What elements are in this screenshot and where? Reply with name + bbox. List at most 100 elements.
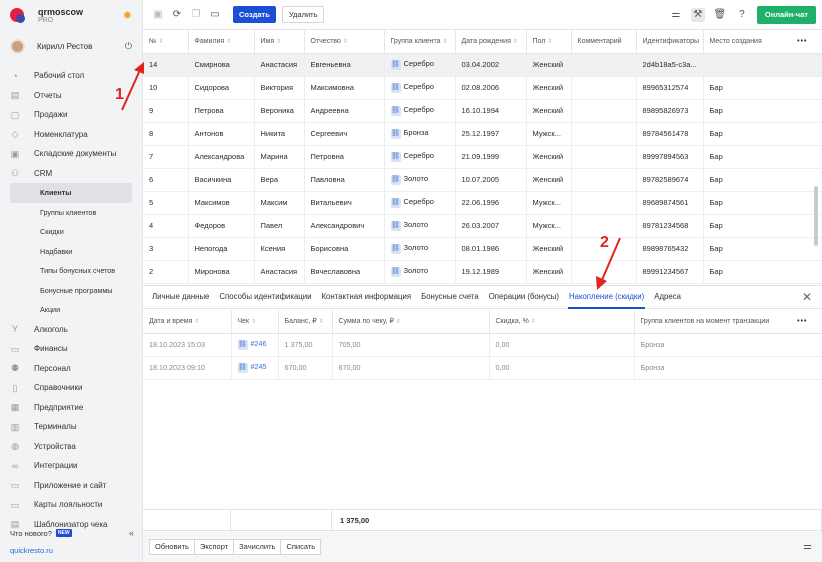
- link-icon[interactable]: ⛓: [390, 59, 401, 70]
- table-row[interactable]: 7 Александрова Марина Петровна ⛓ Серебро 21.09…: [143, 145, 822, 169]
- table-row[interactable]: 18.10.2023 09:10 ⛓ #245 670,00 670,00 0,00 Бро…: [143, 356, 822, 380]
- sort-icon[interactable]: ⇳: [159, 39, 164, 45]
- power-icon[interactable]: ⏻: [125, 41, 132, 52]
- column-header[interactable]: Идентификаторы⇳: [636, 30, 704, 54]
- table-row[interactable]: 2 Миронова Анастасия Вячеславовна ⛓ Золото 19.…: [143, 260, 822, 284]
- column-header[interactable]: Скидка, % ⇳: [489, 310, 635, 334]
- sidebar-item-alcohol[interactable]: Y Алкоголь: [0, 320, 142, 340]
- link-icon[interactable]: ⛓: [390, 174, 401, 185]
- sidebar-item-sales[interactable]: ▢ Продажи: [0, 105, 142, 125]
- link-icon[interactable]: ⛓: [390, 266, 401, 277]
- sidebar-subitem-bonus-programs[interactable]: Бонусные программы: [0, 281, 142, 301]
- refresh-icon[interactable]: ⟳: [170, 8, 184, 22]
- link-icon[interactable]: ⛓: [390, 243, 401, 254]
- sidebar-item-references[interactable]: ▯ Справочники: [0, 378, 142, 398]
- link-icon[interactable]: ⛓: [390, 128, 401, 139]
- table-row[interactable]: 14 Смирнова Анастасия Евгеньевна ⛓ Серебро 03.…: [143, 53, 822, 77]
- site-link[interactable]: quickresto.ru: [10, 546, 53, 555]
- column-header[interactable]: Место создания •••: [703, 30, 822, 54]
- scrollbar[interactable]: [814, 337, 818, 507]
- sort-icon[interactable]: ⇳: [396, 319, 401, 325]
- writeoff-button[interactable]: Списать: [280, 539, 322, 555]
- sidebar-item-warehouse[interactable]: ▣ Складские документы: [0, 144, 142, 164]
- sort-icon[interactable]: ⇳: [547, 39, 552, 45]
- table-row[interactable]: 10 Сидорова Виктория Максимовна ⛓ Серебро 02.0…: [143, 76, 822, 100]
- table-row[interactable]: 8 Антонов Никита Сергеевич ⛓ Бронза 25.12.1997…: [143, 122, 822, 146]
- tab-identification[interactable]: Способы идентификации: [218, 285, 312, 309]
- scrollbar[interactable]: [814, 56, 818, 280]
- sidebar-subitem-discounts[interactable]: Скидки: [0, 222, 142, 242]
- link-icon[interactable]: ⛓: [237, 339, 248, 350]
- tools-icon[interactable]: ⚒: [690, 8, 705, 22]
- table-row[interactable]: 5 Максимов Максим Витальевич ⛓ Серебро 22.06.1…: [143, 191, 822, 215]
- table-row[interactable]: 9 Петрова Вероника Андреевна ⛓ Серебро 16.10.1…: [143, 99, 822, 123]
- table-row[interactable]: 18.10.2023 15:03 ⛓ #246 1 375,00 705,00 0,00 Б…: [143, 333, 822, 357]
- sort-icon[interactable]: ⇳: [319, 319, 324, 325]
- collapse-sidebar-icon[interactable]: «: [129, 528, 134, 538]
- sidebar-item-staff[interactable]: ⚉ Персонал: [0, 359, 142, 379]
- tab-personal[interactable]: Личные данные: [151, 285, 210, 309]
- link-icon[interactable]: ⛓: [390, 220, 401, 231]
- column-header[interactable]: Комментарий: [571, 30, 637, 54]
- table-row[interactable]: 3 Непогода Ксения Борисовна ⛓ Золото 08.01.198…: [143, 237, 822, 261]
- brand[interactable]: qrmoscow PRO ✹: [0, 0, 142, 30]
- link-icon[interactable]: ⛓: [390, 151, 401, 162]
- delete-button[interactable]: Удалить: [281, 6, 325, 23]
- tab-bonus-operations[interactable]: Операции (бонусы): [488, 285, 560, 309]
- sidebar-item-loyalty-cards[interactable]: ▭ Карты лояльности: [0, 495, 142, 515]
- column-header[interactable]: Группа клиентов на момент транзакции •••: [634, 310, 822, 334]
- sidebar-subitem-promotions[interactable]: Акции: [0, 300, 142, 320]
- receipt-number[interactable]: #245: [251, 362, 267, 371]
- help-icon[interactable]: ?: [735, 8, 749, 22]
- column-header[interactable]: Дата рождения ⇳: [455, 30, 527, 54]
- theme-sun-icon[interactable]: ✹: [123, 9, 132, 22]
- tab-accumulation[interactable]: Накопление (скидки): [568, 285, 646, 309]
- sidebar-subitem-client-groups[interactable]: Группы клиентов: [0, 203, 142, 223]
- more-menu-icon[interactable]: •••: [797, 38, 807, 45]
- column-header[interactable]: Имя ⇳: [254, 30, 305, 54]
- sidebar-item-crm[interactable]: ⚇ CRM: [0, 164, 142, 184]
- sort-icon[interactable]: ⇳: [276, 39, 281, 45]
- sidebar-item-integrations[interactable]: ∞ Интеграции: [0, 456, 142, 476]
- more-menu-icon[interactable]: •••: [797, 318, 807, 325]
- sidebar-subitem-surcharges[interactable]: Надбавки: [0, 242, 142, 262]
- preview-icon[interactable]: ▭: [208, 8, 222, 22]
- column-header[interactable]: Дата и время ⇳: [143, 310, 232, 334]
- column-settings-icon[interactable]: ⚌: [669, 8, 683, 22]
- link-icon[interactable]: ⛓: [237, 362, 248, 373]
- column-header[interactable]: Пол ⇳: [526, 30, 572, 54]
- update-button[interactable]: Обновить: [149, 539, 195, 555]
- link-icon[interactable]: ⛓: [390, 82, 401, 93]
- save-icon[interactable]: ▣: [151, 8, 165, 22]
- sidebar-subitem-clients[interactable]: Клиенты: [10, 183, 132, 203]
- close-icon[interactable]: ✕: [802, 290, 812, 304]
- receipt-number[interactable]: #246: [251, 339, 267, 348]
- sort-icon[interactable]: ⇳: [226, 39, 231, 45]
- online-chat-button[interactable]: Онлайн-чат: [756, 6, 816, 24]
- scrollbar-thumb[interactable]: [814, 186, 818, 246]
- column-header[interactable]: Группа клиента ⇳: [384, 30, 456, 54]
- sidebar-item-nomenclature[interactable]: ◇ Номенклатура: [0, 125, 142, 145]
- table-row[interactable]: 6 Васичкина Вера Павловна ⛓ Золото 10.07.2005 Ж…: [143, 168, 822, 192]
- sidebar-item-devices[interactable]: ◍ Устройства: [0, 437, 142, 457]
- sidebar-item-terminals[interactable]: ▥ Терминалы: [0, 417, 142, 437]
- filter-settings-icon[interactable]: ⚌: [803, 541, 812, 552]
- tab-bonus-accounts[interactable]: Бонусные счета: [420, 285, 480, 309]
- user-profile[interactable]: Кирилл Рестов ⏻: [0, 32, 142, 60]
- sidebar-subitem-bonus-account-types[interactable]: Типы бонусных счетов: [0, 261, 142, 281]
- link-icon[interactable]: ⛓: [390, 105, 401, 116]
- sidebar-item-enterprise[interactable]: ▦ Предприятие: [0, 398, 142, 418]
- sidebar-item-app-site[interactable]: ▭ Приложение и сайт: [0, 476, 142, 496]
- column-header[interactable]: Фамилия ⇳: [188, 30, 255, 54]
- sort-icon[interactable]: ⇳: [443, 39, 448, 45]
- table-row[interactable]: 4 Федоров Павел Александрович ⛓ Золото 26.03.2…: [143, 214, 822, 238]
- copy-icon[interactable]: ❐: [189, 8, 203, 22]
- sort-icon[interactable]: ⇳: [513, 39, 518, 45]
- sort-icon[interactable]: ⇳: [194, 319, 199, 325]
- accrue-button[interactable]: Зачислить: [233, 539, 282, 555]
- tab-contacts[interactable]: Контактная информация: [320, 285, 412, 309]
- trash-icon[interactable]: 🗑: [713, 8, 727, 22]
- sidebar-item-finance[interactable]: ▭ Финансы: [0, 339, 142, 359]
- export-button[interactable]: Экспорт: [193, 539, 235, 555]
- link-icon[interactable]: ⛓: [390, 197, 401, 208]
